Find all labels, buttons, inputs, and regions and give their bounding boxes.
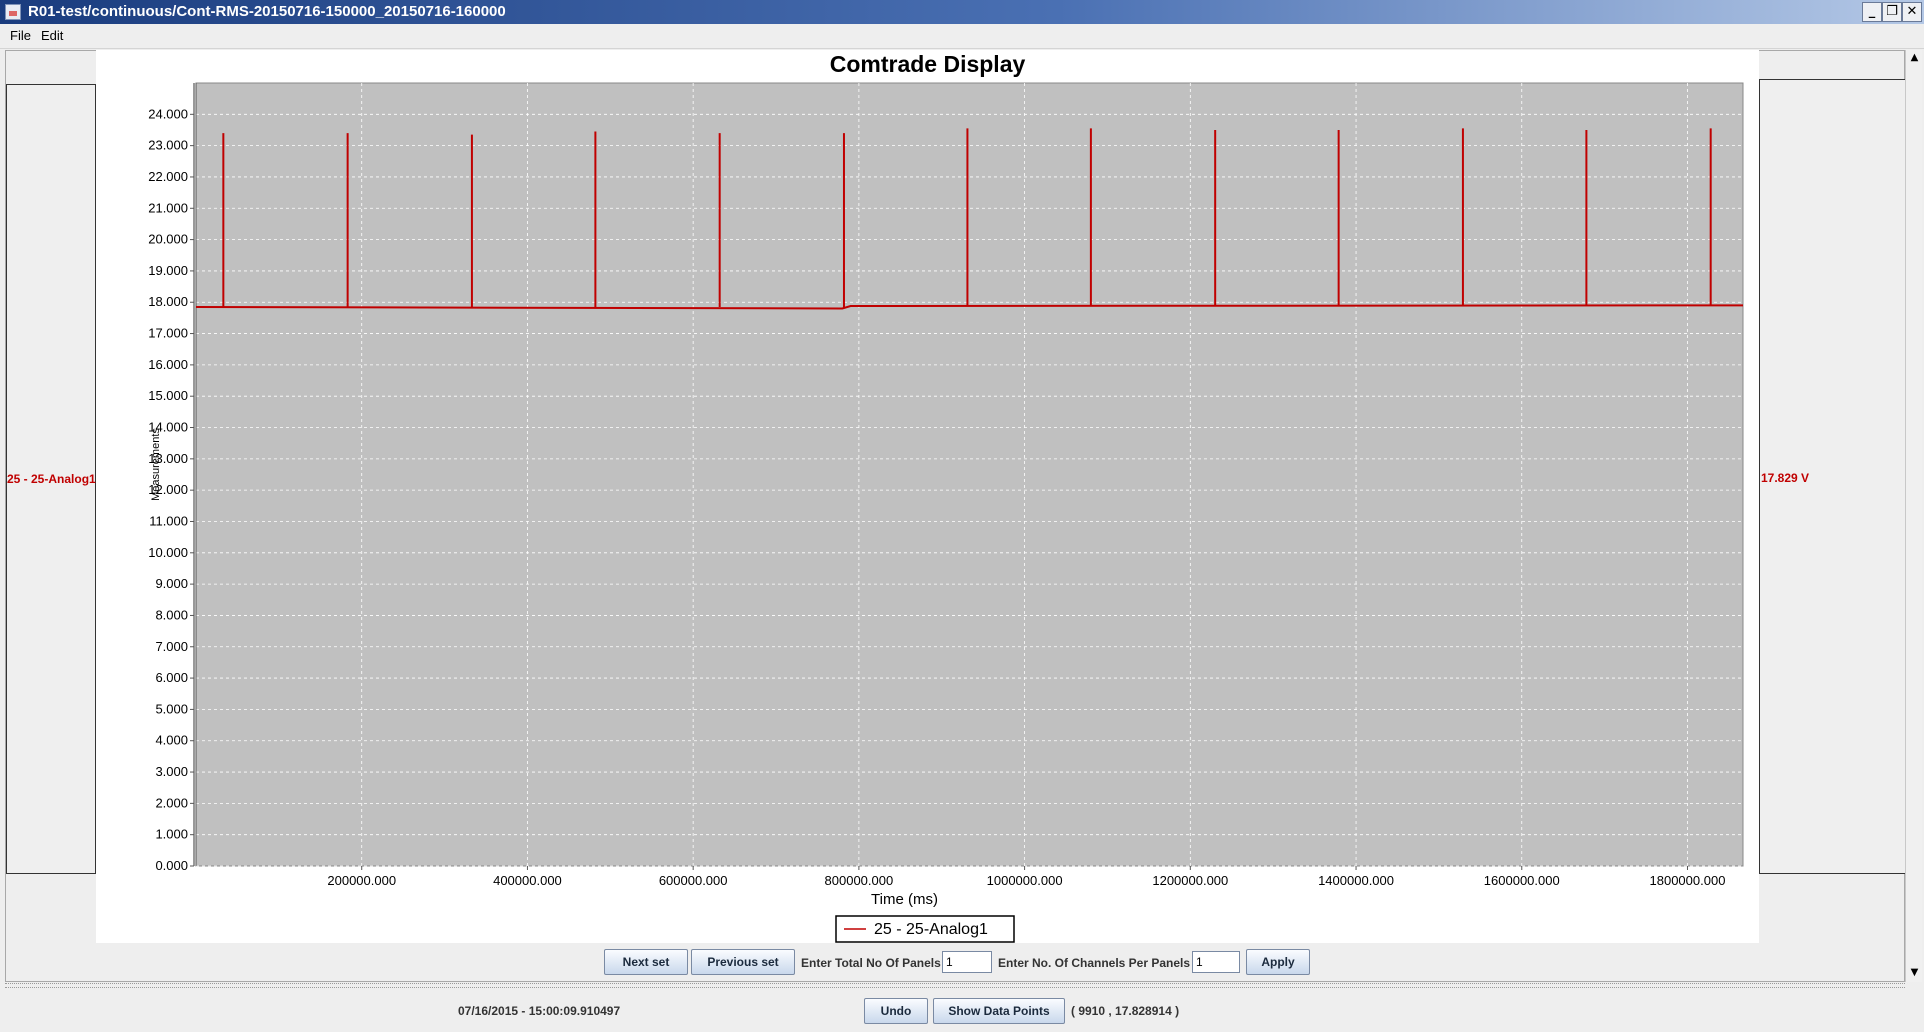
x-tick-label: 1200000.000 <box>1152 873 1228 888</box>
channel-label[interactable]: 25 - 25-Analog1 <box>7 472 96 486</box>
x-tick-label: 1000000.000 <box>987 873 1063 888</box>
total-panels-label: Enter Total No Of Panels <box>801 956 941 970</box>
timestamp-label: 07/16/2015 - 15:00:09.910497 <box>458 1004 621 1018</box>
y-tick-label: 2.000 <box>155 795 188 810</box>
scroll-down-icon[interactable]: ▼ <box>1907 965 1922 980</box>
y-tick-label: 0.000 <box>155 858 188 873</box>
y-tick-label: 15.000 <box>148 388 188 403</box>
y-tick-label: 17.000 <box>148 326 188 341</box>
y-tick-label: 5.000 <box>155 701 188 716</box>
next-set-button[interactable]: Next set <box>604 949 688 975</box>
previous-set-button[interactable]: Previous set <box>691 949 795 975</box>
window-title-bar: R01-test/continuous/Cont-RMS-20150716-15… <box>0 0 1924 24</box>
y-tick-label: 11.000 <box>149 513 188 528</box>
chart-panel: Comtrade Display 0.000 1.000 2.000 3.000 4.0… <box>96 50 1759 943</box>
restore-button[interactable]: ❐ <box>1882 2 1902 22</box>
x-tick-label: 800000.000 <box>825 873 894 888</box>
y-tick-label: 4.000 <box>155 733 188 748</box>
y-tick-label: 19.000 <box>148 263 188 278</box>
channel-label-panel: 25 - 25-Analog1 <box>6 84 96 874</box>
window-title: R01-test/continuous/Cont-RMS-20150716-15… <box>28 3 506 20</box>
y-axis-label: Measurements <box>150 428 162 501</box>
menu-bar: File Edit <box>0 24 1924 49</box>
show-data-points-button[interactable]: Show Data Points <box>933 998 1065 1024</box>
x-tick-label: 1800000.000 <box>1650 873 1726 888</box>
vertical-scrollbar[interactable]: ▲ ▼ <box>1905 50 1922 982</box>
y-tick-label: 24.000 <box>148 106 188 121</box>
y-tick-label: 3.000 <box>155 764 188 779</box>
total-panels-input[interactable] <box>942 951 992 973</box>
y-tick-label: 21.000 <box>148 200 188 215</box>
minimize-button[interactable]: _ <box>1862 2 1882 22</box>
coordinate-readout: ( 9910 , 17.828914 ) <box>1071 1004 1180 1018</box>
plot-background <box>195 82 1744 867</box>
y-tick-label: 16.000 <box>148 357 188 372</box>
menu-edit[interactable]: Edit <box>41 28 63 43</box>
menu-file[interactable]: File <box>10 28 31 43</box>
x-tick-label: 400000.000 <box>493 873 562 888</box>
app-icon <box>5 4 21 20</box>
x-tick-label: 1600000.000 <box>1484 873 1560 888</box>
x-axis-label: Time (ms) <box>871 891 938 908</box>
split-divider[interactable] <box>5 983 1905 988</box>
chart[interactable]: 0.000 1.000 2.000 3.000 4.000 5.000 6.000 7.000… <box>96 50 1759 943</box>
y-tick-label: 23.000 <box>148 138 188 153</box>
channels-per-panel-input[interactable] <box>1192 951 1240 973</box>
y-tick-label: 18.000 <box>148 294 188 309</box>
y-tick-label: 1.000 <box>155 827 188 842</box>
y-tick-label: 22.000 <box>148 169 188 184</box>
undo-button[interactable]: Undo <box>864 998 928 1024</box>
y-tick-label: 10.000 <box>148 545 188 560</box>
channels-per-panel-label: Enter No. Of Channels Per Panels <box>998 956 1191 970</box>
channel-value: 17.829 V <box>1761 471 1810 485</box>
y-tick-label: 8.000 <box>155 607 188 622</box>
close-button[interactable]: ✕ <box>1902 2 1922 22</box>
legend-label: 25 - 25-Analog1 <box>874 921 988 938</box>
x-tick-label: 600000.000 <box>659 873 728 888</box>
y-tick-label: 6.000 <box>155 670 188 685</box>
apply-button[interactable]: Apply <box>1246 949 1310 975</box>
x-tick-label: 200000.000 <box>327 873 396 888</box>
channel-value-panel: 17.829 V <box>1759 79 1909 874</box>
y-tick-label: 20.000 <box>148 232 188 247</box>
scroll-up-icon[interactable]: ▲ <box>1907 50 1922 65</box>
x-tick-label: 1400000.000 <box>1318 873 1394 888</box>
y-tick-label: 9.000 <box>155 576 188 591</box>
y-tick-label: 7.000 <box>155 639 188 654</box>
